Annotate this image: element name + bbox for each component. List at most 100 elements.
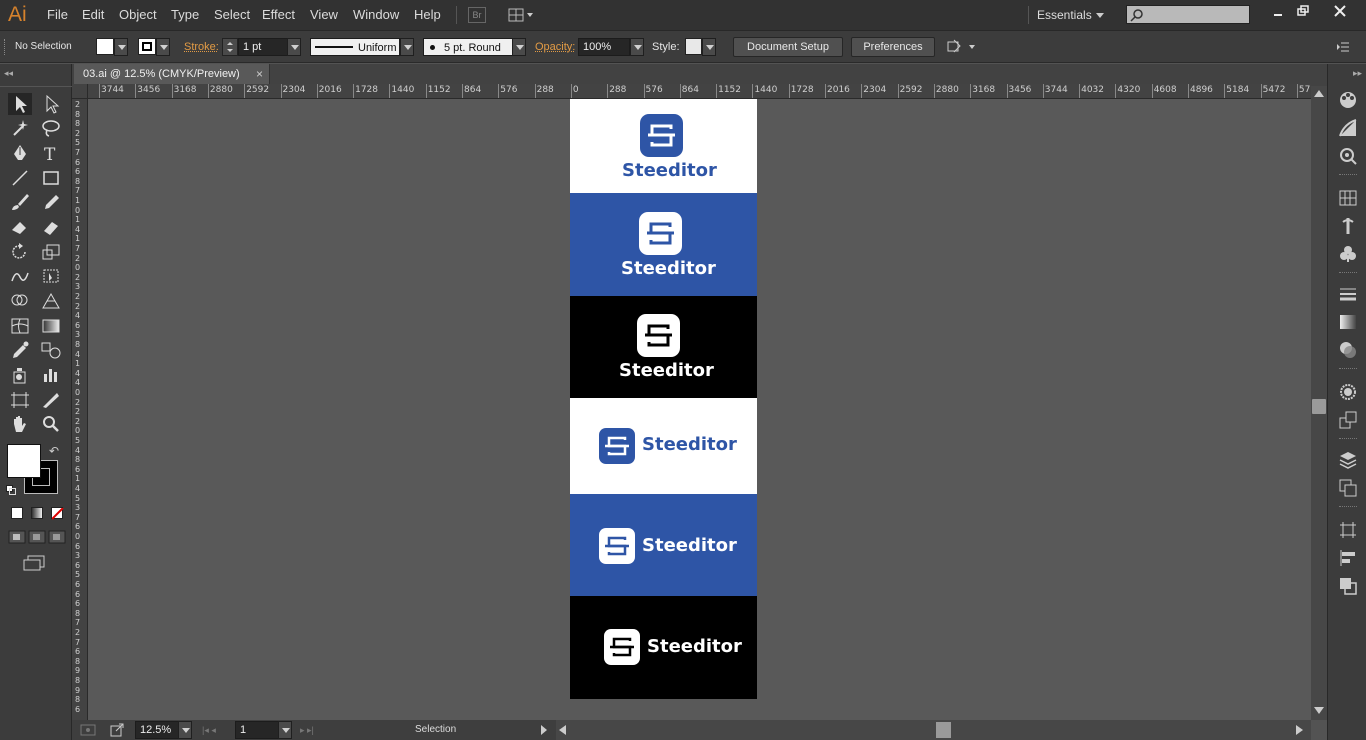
workspace-switcher[interactable]: Essentials — [1037, 8, 1092, 22]
menu-edit[interactable]: Edit — [82, 7, 104, 22]
artboard[interactable]: Steeditor Steeditor Steeditor Steeditor — [570, 99, 757, 699]
gradient-panel-icon[interactable] — [1338, 312, 1358, 332]
zoom-tool-icon[interactable] — [39, 413, 63, 435]
type-tool-icon[interactable]: T — [39, 142, 63, 165]
opacity-label[interactable]: Opacity: — [535, 41, 575, 53]
close-window-button[interactable] — [1330, 2, 1350, 22]
rotate-tool-icon[interactable] — [8, 241, 32, 263]
stroke-weight-field[interactable]: 1 pt — [238, 38, 288, 56]
menu-select[interactable]: Select — [214, 7, 250, 22]
logo-variant-blue-horizontal[interactable]: Steeditor — [570, 494, 757, 596]
panel-menu-icon[interactable] — [1336, 41, 1350, 53]
minimize-button[interactable] — [1268, 2, 1288, 22]
status-share-icon[interactable] — [80, 724, 100, 736]
export-icon[interactable] — [110, 723, 124, 737]
magic-wand-tool-icon[interactable] — [8, 117, 32, 139]
menu-view[interactable]: View — [310, 7, 338, 22]
chevron-down-icon[interactable] — [1096, 13, 1104, 18]
graphic-styles-icon[interactable] — [1338, 410, 1358, 430]
scroll-left-icon[interactable] — [559, 725, 566, 735]
color-guide-icon[interactable] — [1338, 118, 1358, 138]
direct-selection-tool-icon[interactable] — [39, 93, 63, 115]
expand-panels-icon[interactable]: ▸▸ — [1353, 68, 1362, 79]
screen-mode-icon[interactable] — [23, 555, 47, 571]
fill-color-swatch[interactable] — [7, 444, 41, 478]
artboard-dropdown[interactable] — [278, 721, 292, 739]
vertical-scroll-thumb[interactable] — [1312, 399, 1326, 414]
brush-dropdown[interactable] — [512, 38, 526, 56]
artboard-tool-icon[interactable] — [8, 389, 32, 411]
ruler-origin[interactable] — [72, 84, 88, 99]
first-artboard-icon[interactable]: |◂ ◂ — [202, 725, 216, 736]
menu-object[interactable]: Object — [119, 7, 157, 22]
appearance-icon[interactable] — [1338, 382, 1358, 402]
fill-swatch[interactable] — [96, 38, 114, 55]
hand-tool-icon[interactable] — [8, 413, 32, 435]
arrange-documents-icon[interactable] — [508, 7, 534, 23]
blob-brush-tool-icon[interactable] — [8, 216, 32, 238]
warp-tool-icon[interactable] — [8, 265, 32, 287]
color-panel-icon[interactable] — [1338, 90, 1358, 110]
style-dropdown[interactable] — [702, 38, 716, 56]
symbol-sprayer-tool-icon[interactable] — [8, 364, 32, 386]
zoom-level-field[interactable]: 12.5% — [135, 721, 179, 739]
default-colors-icon[interactable] — [6, 484, 16, 495]
canvas[interactable]: Steeditor Steeditor Steeditor Steeditor — [88, 99, 1311, 720]
blend-tool-icon[interactable] — [39, 339, 63, 361]
fill-dropdown[interactable] — [114, 38, 128, 56]
menu-file[interactable]: File — [47, 7, 68, 22]
pencil-tool-icon[interactable] — [39, 191, 63, 213]
logo-variant-white-horizontal[interactable]: Steeditor — [570, 398, 757, 494]
menu-effect[interactable]: Effect — [262, 7, 295, 22]
none-mode-icon[interactable] — [51, 507, 64, 520]
artboard-number-field[interactable]: 1 — [235, 721, 279, 739]
swatches-icon[interactable] — [1338, 188, 1358, 208]
color-mode-icon[interactable] — [11, 507, 23, 519]
style-swatch[interactable] — [685, 38, 702, 55]
last-artboard-icon[interactable]: ▸ ▸| — [300, 725, 314, 736]
swap-fill-stroke-icon[interactable]: ↶ — [49, 444, 59, 458]
menu-help[interactable]: Help — [414, 7, 441, 22]
free-transform-tool-icon[interactable] — [39, 265, 63, 287]
paintbrush-tool-icon[interactable] — [8, 191, 32, 213]
opacity-field[interactable]: 100% — [578, 38, 630, 56]
drawing-modes-icon[interactable] — [8, 530, 66, 544]
mesh-tool-icon[interactable] — [8, 315, 32, 337]
color-themes-icon[interactable] — [1338, 146, 1358, 166]
slice-tool-icon[interactable] — [39, 389, 63, 411]
scroll-down-icon[interactable] — [1314, 707, 1324, 714]
selection-tool-icon[interactable] — [8, 93, 32, 115]
status-menu-icon[interactable] — [541, 725, 547, 735]
artboards-panel-icon[interactable] — [1338, 478, 1358, 498]
horizontal-ruler[interactable]: 3744 3456 3168 2880 2592 2304 2016 1728 1440 1152… — [88, 84, 1311, 99]
gradient-tool-icon[interactable] — [39, 315, 63, 337]
stroke-profile-field[interactable]: Uniform — [310, 38, 400, 56]
restore-button[interactable] — [1293, 2, 1313, 22]
close-tab-icon[interactable]: × — [256, 67, 263, 81]
perspective-grid-tool-icon[interactable] — [39, 290, 63, 312]
collapse-panel-icon[interactable]: ◂◂ — [4, 68, 13, 79]
arrange-icon[interactable] — [946, 38, 980, 56]
symbols-icon[interactable] — [1338, 244, 1358, 264]
stroke-label[interactable]: Stroke: — [184, 41, 219, 53]
stroke-dropdown[interactable] — [156, 38, 170, 56]
opacity-dropdown[interactable] — [630, 38, 644, 56]
brushes-icon[interactable] — [1338, 216, 1358, 236]
rectangle-tool-icon[interactable] — [39, 167, 63, 189]
document-setup-button[interactable]: Document Setup — [733, 37, 843, 57]
scroll-up-icon[interactable] — [1314, 90, 1324, 97]
transparency-icon[interactable] — [1338, 340, 1358, 360]
shape-builder-tool-icon[interactable] — [8, 290, 32, 312]
eyedropper-tool-icon[interactable] — [8, 339, 32, 361]
bridge-button[interactable]: Br — [468, 7, 486, 23]
gradient-mode-icon[interactable] — [31, 507, 43, 519]
transform-panel-icon[interactable] — [1338, 520, 1358, 540]
stroke-stepper[interactable] — [222, 38, 238, 56]
eraser-tool-icon[interactable] — [39, 216, 63, 238]
logo-variant-black-stacked[interactable]: Steeditor — [570, 296, 757, 398]
scroll-right-icon[interactable] — [1296, 725, 1303, 735]
pathfinder-icon[interactable] — [1338, 576, 1358, 596]
stroke-profile-dropdown[interactable] — [400, 38, 414, 56]
stroke-weight-dropdown[interactable] — [287, 38, 301, 56]
lasso-tool-icon[interactable] — [39, 117, 63, 139]
